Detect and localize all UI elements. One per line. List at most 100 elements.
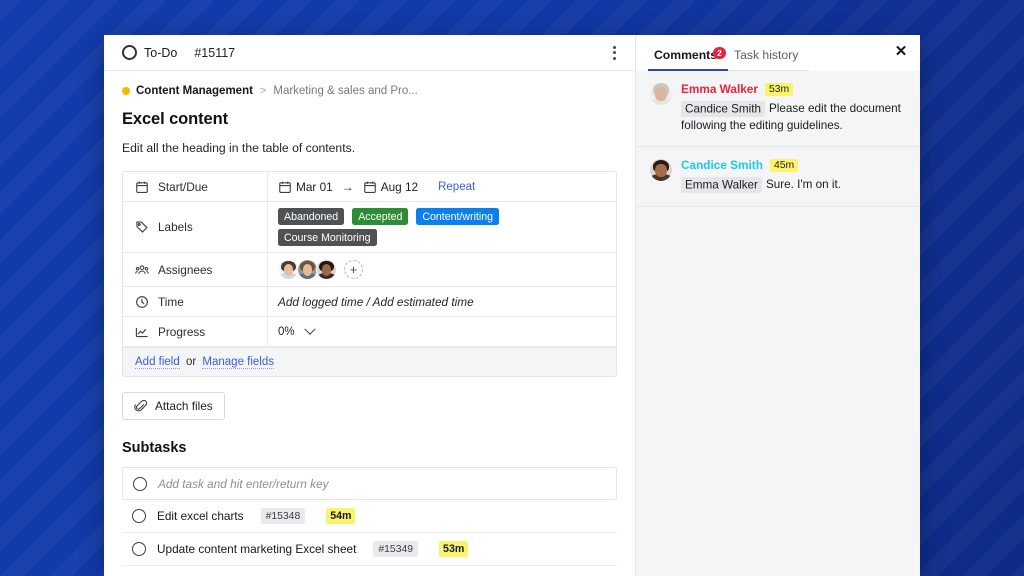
fields-footer: Add field or Manage fields (123, 347, 616, 376)
breadcrumb-parent-task[interactable]: Marketing & sales and Pro... (273, 85, 417, 97)
comment-text: Emma Walker Sure. I'm on it. (681, 177, 906, 194)
attach-files-label: Attach files (155, 399, 213, 413)
field-label-progress: Progress (123, 317, 268, 346)
comment-mention[interactable]: Emma Walker (681, 177, 762, 193)
label-chip[interactable]: Course Monitoring (278, 229, 377, 246)
tab-task-history[interactable]: Task history (728, 48, 809, 71)
field-label-labels: Labels (123, 202, 268, 252)
comment-author[interactable]: Candice Smith (681, 158, 763, 172)
calendar-small-icon (278, 180, 292, 194)
time-placeholder: Add logged time / Add estimated time (278, 295, 474, 309)
field-name: Assignees (158, 263, 212, 277)
subtask-checkbox[interactable] (132, 509, 146, 523)
field-label-start-due: Start/Due (123, 172, 268, 201)
calendar-small-icon (363, 180, 377, 194)
comment-item: Candice Smith 45m Emma Walker Sure. I'm o… (636, 147, 920, 207)
start-date[interactable]: Mar 01 (278, 180, 333, 194)
kebab-menu-icon[interactable] (605, 43, 623, 63)
label-chip[interactable]: Content/writing (416, 208, 499, 225)
comment-timestamp: 53m (765, 83, 793, 96)
field-row-progress: Progress 0% (123, 317, 616, 347)
close-icon[interactable]: ✕ (888, 35, 914, 71)
field-value-assignees: + (268, 253, 616, 286)
label-chip[interactable]: Abandoned (278, 208, 344, 225)
subtask-time: 54m (326, 508, 355, 524)
task-id-label: #15117 (194, 46, 235, 60)
field-name: Progress (158, 325, 205, 339)
task-description[interactable]: Edit all the heading in the table of con… (122, 141, 617, 155)
field-value-time[interactable]: Add logged time / Add estimated time (268, 287, 616, 316)
avatar[interactable] (278, 259, 299, 280)
paperclip-icon (134, 399, 148, 413)
comment-message: Sure. I'm on it. (766, 178, 841, 191)
field-value-labels[interactable]: Abandoned Accepted Content/writing Cours… (268, 202, 616, 252)
tag-icon (135, 220, 149, 234)
subtask-input-placeholder: Add task and hit enter/return key (158, 477, 329, 491)
subtask-id: #15349 (373, 541, 418, 557)
comment-header: Emma Walker 53m (681, 82, 906, 96)
breadcrumb: Content Management > Marketing & sales a… (122, 71, 617, 97)
comment-timestamp: 45m (770, 159, 798, 172)
avatar[interactable] (297, 259, 318, 280)
add-assignee-button[interactable]: + (344, 260, 363, 279)
subtask-new-input-row[interactable]: Add task and hit enter/return key (122, 467, 617, 500)
breadcrumb-separator: > (260, 85, 266, 97)
subtask-checkbox[interactable] (132, 542, 146, 556)
comment-mention[interactable]: Candice Smith (681, 101, 765, 117)
field-row-time: Time Add logged time / Add estimated tim… (123, 287, 616, 317)
comment-body: Candice Smith 45m Emma Walker Sure. I'm o… (681, 158, 906, 194)
comment-author[interactable]: Emma Walker (681, 82, 758, 96)
subtasks-heading: Subtasks (122, 440, 617, 456)
field-name: Start/Due (158, 180, 208, 194)
field-row-assignees: Assignees (123, 253, 616, 287)
tab-comments[interactable]: Comments 2 (648, 48, 728, 71)
field-value-progress[interactable]: 0% (268, 317, 616, 346)
comment-header: Candice Smith 45m (681, 158, 906, 172)
progress-value: 0% (278, 326, 295, 338)
list-item[interactable]: Edit excel charts #15348 54m (122, 500, 617, 533)
comment-body: Emma Walker 53m Candice SmithPlease edit… (681, 82, 906, 134)
people-icon (135, 263, 149, 277)
assignee-avatars: + (278, 259, 363, 280)
avatar[interactable] (650, 159, 672, 181)
task-topbar: To-Do #15117 (104, 35, 635, 71)
project-color-dot-icon (122, 87, 130, 95)
task-status-label: To-Do (144, 46, 177, 60)
subtask-checkbox[interactable] (133, 477, 147, 491)
avatar[interactable] (316, 259, 337, 280)
start-date-value: Mar 01 (296, 180, 333, 194)
side-panel: Comments 2 Task history ✕ Emma Walker (636, 35, 920, 576)
due-date[interactable]: Aug 12 (363, 180, 418, 194)
attach-files-button[interactable]: Attach files (122, 392, 225, 420)
comment-item: Emma Walker 53m Candice SmithPlease edit… (636, 71, 920, 147)
field-row-start-due: Start/Due Mar 01 → (123, 172, 616, 202)
comments-count-badge: 2 (713, 47, 726, 59)
chevron-down-icon[interactable] (304, 323, 315, 334)
task-main-pane: To-Do #15117 Content Management > Market… (104, 35, 636, 576)
task-status-toggle[interactable] (122, 45, 137, 60)
breadcrumb-project[interactable]: Content Management (136, 85, 253, 97)
page-title: Excel content (122, 110, 617, 129)
subtask-title: Update content marketing Excel sheet (157, 542, 356, 556)
comments-list: Emma Walker 53m Candice SmithPlease edit… (636, 71, 920, 576)
list-item[interactable]: Update content marketing Excel sheet #15… (122, 533, 617, 566)
fields-footer-or: or (186, 356, 196, 368)
chart-line-icon (135, 325, 149, 339)
tab-comments-label: Comments (654, 48, 717, 62)
tabs-spacer (809, 35, 888, 71)
subtask-list: Add task and hit enter/return key Edit e… (122, 467, 617, 566)
label-chip[interactable]: Accepted (352, 208, 408, 225)
avatar[interactable] (650, 83, 672, 105)
subtask-title: Edit excel charts (157, 509, 244, 523)
date-range-arrow: → (342, 180, 354, 194)
field-row-labels: Labels Abandoned Accepted Content/writin… (123, 202, 616, 253)
due-date-value: Aug 12 (381, 180, 418, 194)
tab-task-history-label: Task history (734, 48, 798, 62)
task-body: Content Management > Marketing & sales a… (104, 71, 635, 576)
repeat-link[interactable]: Repeat (438, 181, 475, 193)
task-detail-card: To-Do #15117 Content Management > Market… (104, 35, 920, 576)
field-name: Time (158, 295, 184, 309)
field-name: Labels (158, 220, 193, 234)
add-field-link[interactable]: Add field (135, 356, 180, 369)
manage-fields-link[interactable]: Manage fields (202, 356, 274, 369)
